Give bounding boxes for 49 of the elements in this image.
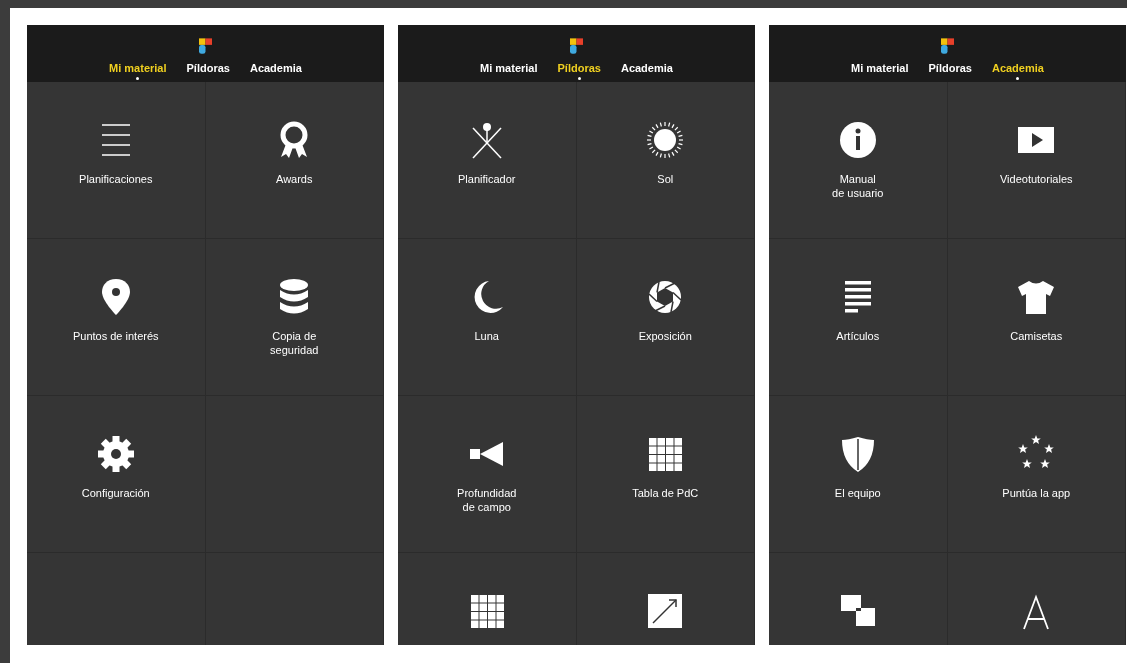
menu-tile[interactable]: Planificador (398, 82, 577, 239)
menu-tile[interactable]: Artículos (769, 239, 948, 396)
tile-label: Exposición (638, 329, 692, 344)
app-logo-icon (199, 38, 212, 55)
tile-label: Videotutoriales (999, 172, 1073, 187)
menu-tile[interactable]: Configuración (27, 396, 206, 553)
nav-tab[interactable]: Academia (620, 62, 673, 82)
app-logo-icon (941, 38, 954, 55)
sun-icon (645, 120, 686, 160)
tile-label: Camisetas (1010, 329, 1063, 344)
menu-tile[interactable]: Manual de usuario (769, 82, 948, 239)
menu-tile[interactable]: Profundidad de campo (398, 396, 577, 553)
nav-tab[interactable]: Píldoras (557, 62, 601, 82)
nav-tab[interactable]: Mi material (109, 62, 167, 82)
menu-tile[interactable]: Planificaciones (27, 82, 206, 239)
menu-tile[interactable]: Puntúa la app (947, 396, 1126, 553)
menu-tile[interactable]: Exposición (576, 239, 755, 396)
nav-tab[interactable]: Píldoras (928, 62, 972, 82)
nav-tab[interactable]: Academia (991, 62, 1044, 82)
app-logo-icon (570, 38, 583, 55)
tile-label: Profundidad de campo (457, 486, 517, 515)
tile-label: Artículos (836, 329, 880, 344)
tile-label: Puntúa la app (1002, 486, 1071, 501)
menu-tile[interactable]: El equipo (769, 396, 948, 553)
menu-tile[interactable]: Puntos de interés (27, 239, 206, 396)
menu-tile[interactable]: Sol (576, 82, 755, 239)
tile-label: Copia de seguridad (270, 329, 319, 358)
tile-label: Tabla de PdC (632, 486, 699, 501)
menu-tile[interactable]: Tabla de PdC (576, 396, 755, 553)
menu-tile[interactable]: Videotutoriales (947, 82, 1126, 239)
tile-label: El equipo (834, 486, 881, 501)
nav-tab[interactable]: Píldoras (186, 62, 230, 82)
tile-label: Configuración (81, 486, 150, 501)
tile-label: Planificaciones (79, 172, 153, 187)
nav-tab[interactable]: Academia (249, 62, 302, 82)
menu-tile[interactable]: Copia de seguridad (205, 239, 384, 396)
nav-tab[interactable]: Mi material (480, 62, 538, 82)
tile-label: Sol (657, 172, 674, 187)
settings-icon (95, 434, 136, 474)
tile-label: Puntos de interés (72, 329, 159, 344)
tile-label: Luna (474, 329, 499, 344)
tile-label: Manual de usuario (832, 172, 884, 201)
nav-tab[interactable]: Mi material (851, 62, 909, 82)
menu-tile[interactable]: Luna (398, 239, 577, 396)
info-icon (837, 120, 878, 160)
menu-tile[interactable]: Camisetas (947, 239, 1126, 396)
menu-tile[interactable]: Awards (205, 82, 384, 239)
tile-label: Awards (276, 172, 313, 187)
tile-label: Planificador (458, 172, 516, 187)
